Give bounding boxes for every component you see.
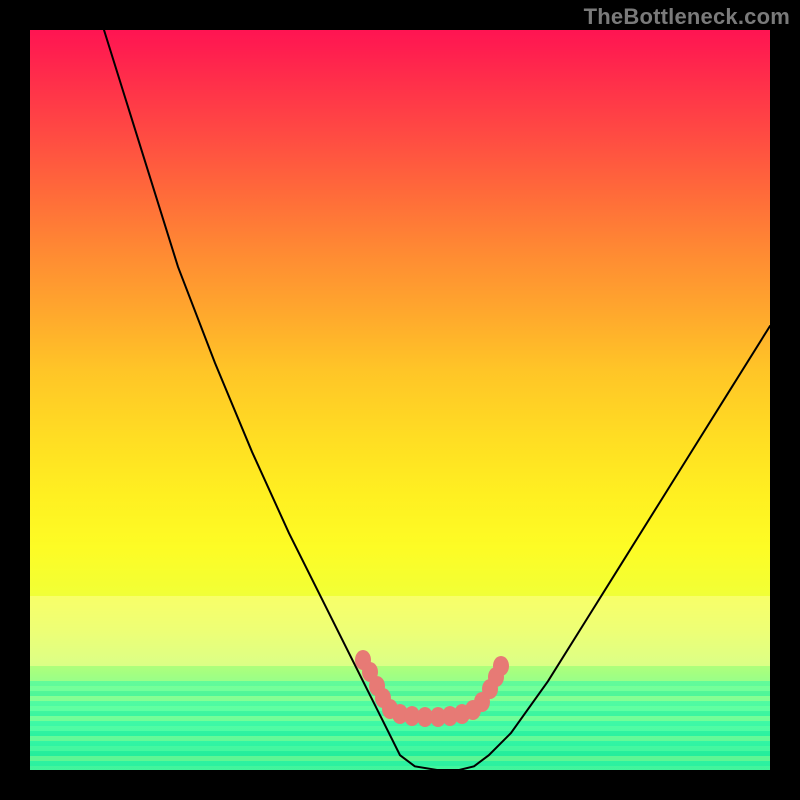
data-marker: [465, 700, 481, 720]
marker-group: [355, 650, 509, 727]
data-marker: [442, 706, 458, 726]
data-marker: [430, 707, 446, 727]
data-marker: [355, 650, 371, 670]
data-marker: [392, 704, 408, 724]
data-marker: [404, 706, 420, 726]
data-marker: [382, 699, 398, 719]
data-marker: [362, 662, 378, 682]
data-marker: [474, 692, 490, 712]
data-marker: [488, 667, 504, 687]
data-marker: [417, 707, 433, 727]
footer-stripes: [30, 681, 770, 770]
chart-svg: [30, 30, 770, 770]
data-marker: [454, 704, 470, 724]
watermark-text: TheBottleneck.com: [584, 4, 790, 30]
bottleneck-curve: [104, 30, 770, 770]
highlight-band: [30, 596, 770, 666]
data-marker: [482, 679, 498, 699]
data-marker: [375, 688, 391, 708]
plot-area: [30, 30, 770, 770]
chart-frame: TheBottleneck.com: [0, 0, 800, 800]
data-marker: [493, 656, 509, 676]
data-marker: [369, 676, 385, 696]
